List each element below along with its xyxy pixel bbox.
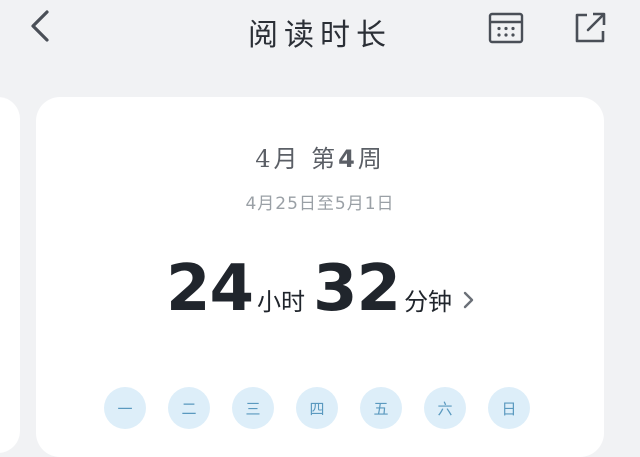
weekday-sat[interactable]: 六	[424, 387, 466, 429]
week-month: 4月	[255, 145, 301, 173]
top-bar: 阅读时长	[0, 0, 640, 60]
weekday-row: 一 二 三 四 五 六 日	[104, 387, 530, 429]
calendar-button[interactable]	[486, 8, 526, 48]
minutes-unit: 分钟	[404, 288, 453, 316]
share-button[interactable]	[570, 8, 610, 48]
chevron-right-icon	[463, 291, 474, 309]
hours-unit: 小时	[257, 288, 305, 316]
minutes-value: 32	[313, 252, 401, 326]
page-title: 阅读时长	[248, 18, 392, 53]
calendar-icon	[488, 12, 524, 44]
date-range: 4月25日至5月1日	[245, 194, 395, 214]
previous-week-card[interactable]	[0, 97, 20, 453]
weekday-thu[interactable]: 四	[296, 387, 338, 429]
week-label: 4月 第4周	[36, 139, 604, 174]
week-prefix: 第	[311, 145, 339, 173]
weekday-tue[interactable]: 二	[168, 387, 210, 429]
weekday-sun[interactable]: 日	[488, 387, 530, 429]
reading-duration[interactable]: 24 小时 32 分钟	[36, 257, 604, 321]
share-icon	[575, 12, 606, 43]
weekday-mon[interactable]: 一	[104, 387, 146, 429]
weekday-wed[interactable]: 三	[232, 387, 274, 429]
weekday-fri[interactable]: 五	[360, 387, 402, 429]
week-summary-card: 4月 第4周 4月25日至5月1日 24 小时 32 分钟 一 二 三 四 五 …	[36, 97, 604, 457]
week-suffix: 周	[357, 145, 385, 173]
hours-value: 24	[165, 252, 254, 326]
week-number: 4	[338, 145, 358, 173]
